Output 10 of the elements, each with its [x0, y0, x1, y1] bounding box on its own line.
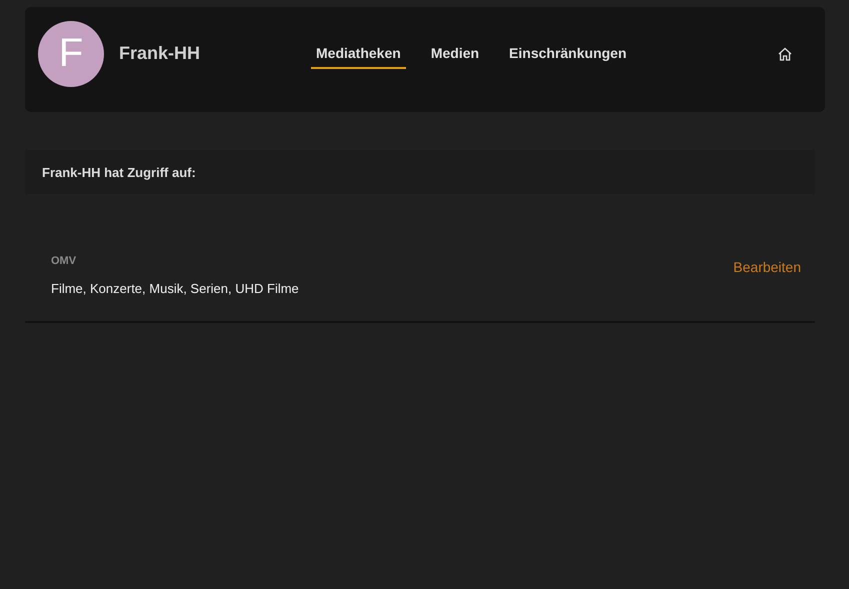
tab[interactable]: Mediatheken	[311, 45, 406, 69]
home-icon[interactable]	[777, 46, 793, 62]
server-name: OMV	[51, 255, 78, 267]
user-name: Frank-HH	[119, 43, 200, 64]
section-title: Frank-HH hat Zugriff auf:	[25, 150, 815, 194]
edit-link[interactable]: Bearbeiten	[733, 259, 801, 275]
library-list: Filme, Konzerte, Musik, Serien, UHD Filme	[51, 281, 299, 296]
tab[interactable]: Medien	[426, 45, 484, 69]
user-avatar: F	[38, 20, 104, 86]
tab[interactable]: Einschränkungen	[504, 45, 632, 69]
